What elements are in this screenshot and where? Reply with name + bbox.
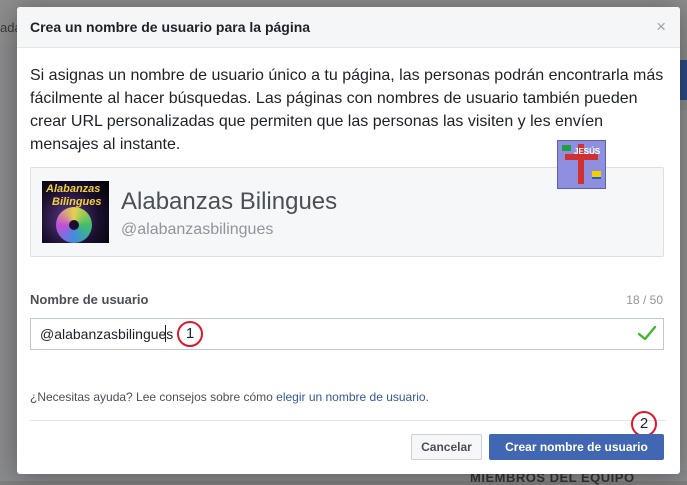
dialog-header: Crea un nombre de usuario para la página… xyxy=(17,7,680,48)
dialog-title: Crea un nombre de usuario para la página xyxy=(30,19,311,35)
avatar-text-1: Alabanzas xyxy=(46,183,101,195)
page-name: Alabanzas Bilingues xyxy=(121,188,338,215)
cd-disc-icon xyxy=(56,207,92,243)
help-text: ¿Necesitas ayuda? Lee consejos sobre cóm… xyxy=(30,390,429,404)
cancel-button[interactable]: Cancelar xyxy=(411,434,482,460)
close-icon[interactable]: × xyxy=(656,17,666,37)
page-avatar: Alabanzas Bilingues xyxy=(42,181,109,243)
username-label: Nombre de usuario xyxy=(30,292,149,307)
annotation-marker-1: 1 xyxy=(177,321,203,347)
badge-text: JESÚS xyxy=(574,147,601,156)
dialog-footer-divider xyxy=(30,420,666,421)
help-prefix: ¿Necesitas ayuda? Lee consejos sobre cóm… xyxy=(30,390,277,404)
flag-icon-2 xyxy=(592,171,601,179)
check-icon xyxy=(637,325,657,341)
username-char-counter: 18 / 50 xyxy=(626,293,663,307)
jesus-cross-badge: JESÚS xyxy=(557,140,606,189)
help-suffix: . xyxy=(425,390,429,404)
text-caret xyxy=(165,325,166,342)
page-handle: @alabanzasbilingues xyxy=(121,221,274,238)
choose-username-link[interactable]: elegir un nombre de usuario xyxy=(276,390,425,404)
username-input[interactable] xyxy=(30,318,664,350)
flag-icon xyxy=(562,145,571,151)
create-username-button[interactable]: Crear nombre de usuario xyxy=(489,434,664,460)
avatar-text-2: Bilingues xyxy=(52,196,102,208)
create-username-dialog: Crea un nombre de usuario para la página… xyxy=(17,7,680,474)
